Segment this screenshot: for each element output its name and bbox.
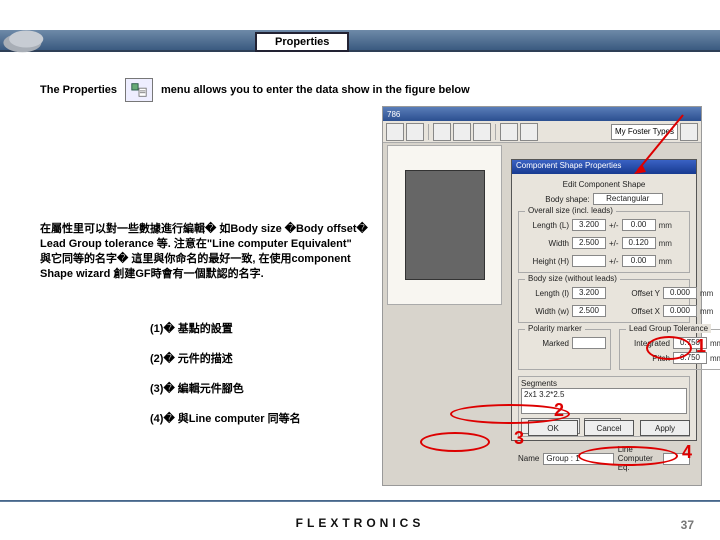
toolbar-button[interactable] <box>453 123 471 141</box>
header-decoration <box>0 20 60 58</box>
page-number: 37 <box>681 518 694 532</box>
toolbar-button[interactable] <box>680 123 698 141</box>
group-label: Overall size (incl. leads) <box>525 206 616 215</box>
list-item: (3)� 編輯元件腳色 <box>150 380 301 396</box>
toolbar-separator <box>428 124 429 140</box>
offy-label: Offset Y <box>614 289 660 298</box>
toolbar-button[interactable] <box>520 123 538 141</box>
unit: mm <box>659 221 672 230</box>
toolbar-separator <box>495 124 496 140</box>
height-label: Height (H) <box>523 257 569 266</box>
unit: mm <box>659 257 672 266</box>
brand-logo: FLEXTRONICS <box>296 516 425 530</box>
chip-graphic <box>405 170 485 280</box>
intro-prefix: The Properties <box>40 84 117 96</box>
header-band <box>0 30 720 52</box>
segments-list[interactable]: 2x1 3.2*2.5 <box>521 388 687 414</box>
lead-int-label: Integrated <box>624 339 670 348</box>
body-size-group: Body size (without leads) Length (l)3.20… <box>518 279 690 323</box>
list-item: (4)� 與Line computer 同等名 <box>150 410 301 426</box>
lce-input[interactable] <box>663 453 690 465</box>
toolbar-button[interactable] <box>406 123 424 141</box>
toolbar-button[interactable] <box>473 123 491 141</box>
blength-label: Length (l) <box>523 289 569 298</box>
unit: mm <box>659 239 672 248</box>
bwidth-label: Width (w) <box>523 307 569 316</box>
blength-input[interactable]: 3.200 <box>572 287 606 299</box>
polarity-label: Marked <box>523 339 569 348</box>
lead-tolerance-group: Lead Group Tolerance Integrated0.750mm P… <box>619 329 720 370</box>
properties-icon <box>125 78 153 102</box>
group-label: Body size (without leads) <box>525 274 620 283</box>
chinese-description: 在屬性里可以對一些數據進行編輯� 如Body size �Body offset… <box>40 222 410 281</box>
toolbar-button[interactable] <box>500 123 518 141</box>
ok-button[interactable]: OK <box>528 420 578 436</box>
name-input[interactable]: Group : 1 <box>543 453 613 465</box>
unit: mm <box>700 289 713 298</box>
polarity-select[interactable] <box>572 337 606 349</box>
properties-tab: Properties <box>255 32 349 52</box>
body-shape-label: Body shape: <box>545 195 589 204</box>
intro-suffix: menu allows you to enter the data show i… <box>161 84 470 96</box>
toolbar: My Foster Types <box>383 121 701 143</box>
lead-pitch-input[interactable]: 0.750 <box>673 352 707 364</box>
bwidth-input[interactable]: 2.500 <box>572 305 606 317</box>
width-label: Width <box>523 239 569 248</box>
polarity-group: Polarity marker Marked <box>518 329 611 370</box>
length-input[interactable]: 3.200 <box>572 219 606 231</box>
width-tol-input[interactable]: 0.120 <box>622 237 656 249</box>
segments-label: Segments <box>521 379 687 388</box>
offx-input[interactable]: 0.000 <box>663 305 697 317</box>
intro-line: The Properties menu allows you to enter … <box>40 78 690 102</box>
component-preview <box>387 145 502 305</box>
group-label: Lead Group Tolerance <box>626 324 711 333</box>
lead-pitch-label: Pitch <box>624 354 670 363</box>
height-tol-input[interactable]: 0.00 <box>622 255 656 267</box>
offy-input[interactable]: 0.000 <box>663 287 697 299</box>
group-label: Polarity marker <box>525 324 585 333</box>
lead-int-input[interactable]: 0.750 <box>673 337 707 349</box>
apply-button[interactable]: Apply <box>640 420 690 436</box>
height-input[interactable] <box>572 255 606 267</box>
pm: +/- <box>609 257 619 266</box>
list-item: (2)� 元件的描述 <box>150 350 301 366</box>
width-input[interactable]: 2.500 <box>572 237 606 249</box>
overall-size-group: Overall size (incl. leads) Length (L)3.2… <box>518 211 690 273</box>
pm: +/- <box>609 221 619 230</box>
list-item: (1)� 基點的設置 <box>150 320 301 336</box>
edit-heading: Edit Component Shape <box>518 180 690 189</box>
offx-label: Offset X <box>614 307 660 316</box>
properties-dialog: Component Shape Properties Edit Componen… <box>511 159 697 441</box>
dialog-title: Component Shape Properties <box>512 160 696 174</box>
poplist-dropdown[interactable]: My Foster Types <box>611 124 678 140</box>
unit: mm <box>700 307 713 316</box>
name-label: Name <box>518 454 539 463</box>
toolbar-button[interactable] <box>433 123 451 141</box>
length-label: Length (L) <box>523 221 569 230</box>
length-tol-input[interactable]: 0.00 <box>622 219 656 231</box>
footer-divider <box>0 500 720 502</box>
numbered-list: (1)� 基點的設置 (2)� 元件的描述 (3)� 編輯元件腳色 (4)� 與… <box>150 320 301 440</box>
app-screenshot: 786 My Foster Types Component Shape Prop… <box>382 106 702 486</box>
pm: +/- <box>609 239 619 248</box>
window-titlebar: 786 <box>383 107 701 121</box>
toolbar-button[interactable] <box>386 123 404 141</box>
lce-label: Line Computer Eq. <box>618 445 660 472</box>
unit: mm <box>710 354 720 363</box>
footer: FLEXTRONICS <box>0 506 720 540</box>
cancel-button[interactable]: Cancel <box>584 420 634 436</box>
body-shape-select[interactable]: Rectangular <box>593 193 663 205</box>
unit: mm <box>710 339 720 348</box>
